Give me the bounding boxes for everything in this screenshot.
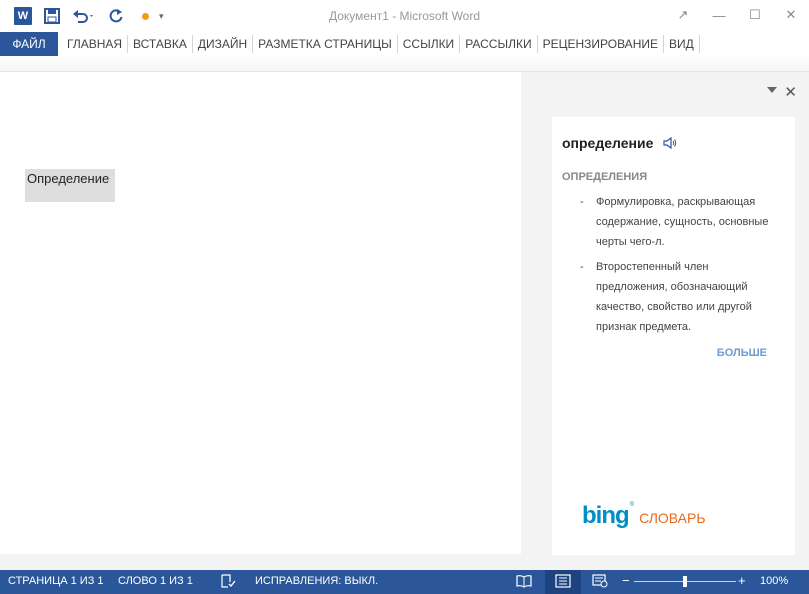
definitions-section-title: ОПРЕДЕЛЕНИЯ [562,171,648,183]
tab-review[interactable]: РЕЦЕНЗИРОВАНИЕ [538,32,663,56]
definitions-list: - Формулировка, раскрывающая содержание,… [580,192,780,342]
pane-options-icon[interactable] [767,87,777,93]
workspace: Определение ✕ определение ОПРЕДЕЛЕНИЯ - … [0,72,809,570]
zoom-out-button[interactable]: − [622,573,630,588]
term-row: определение [562,135,677,151]
close-window-button[interactable]: ✕ [773,0,809,30]
dictionary-pane-header: ✕ [540,82,809,104]
tab-home[interactable]: ГЛАВНАЯ [62,32,127,56]
zoom-level[interactable]: 100% [760,575,788,587]
tab-file[interactable]: ФАЙЛ [0,32,58,56]
document-page[interactable]: Определение [0,72,521,554]
selected-text[interactable]: Определение [25,169,115,202]
word-count[interactable]: СЛОВО 1 ИЗ 1 [118,575,193,587]
window-controls: ↗ — ☐ ✕ [665,0,809,32]
tab-mailings[interactable]: РАССЫЛКИ [460,32,536,56]
ribbon-display-options-button[interactable]: ↗ [665,0,701,30]
bing-dictionary-logo[interactable]: bing ® СЛОВАРЬ [582,502,706,530]
definition-item: - Формулировка, раскрывающая содержание,… [580,192,780,252]
tab-insert[interactable]: ВСТАВКА [128,32,192,56]
tab-list: ФАЙЛ ГЛАВНАЯ ВСТАВКА ДИЗАЙН РАЗМЕТКА СТР… [0,32,700,56]
read-mode-icon[interactable] [516,574,532,591]
definition-bullet: - [580,196,584,208]
definition-item: - Второстепенный член предложения, обозн… [580,257,780,337]
maximize-button[interactable]: ☐ [737,0,773,30]
definition-bullet: - [580,261,584,273]
definition-text: Формулировка, раскрывающая содержание, с… [596,196,769,248]
ribbon-tabs: ФАЙЛ ГЛАВНАЯ ВСТАВКА ДИЗАЙН РАЗМЕТКА СТР… [0,32,809,56]
dictionary-label: СЛОВАРЬ [639,510,706,526]
page-count[interactable]: СТРАНИЦА 1 ИЗ 1 [8,575,104,587]
dictionary-pane: определение ОПРЕДЕЛЕНИЯ - Формулировка, … [552,117,795,555]
tab-references[interactable]: ССЫЛКИ [398,32,459,56]
tab-view[interactable]: ВИД [664,32,699,56]
tab-page-layout[interactable]: РАЗМЕТКА СТРАНИЦЫ [253,32,397,56]
more-link[interactable]: БОЛЬШЕ [717,347,767,359]
term-heading: определение [562,135,654,151]
definition-text: Второстепенный член предложения, обознач… [596,261,752,333]
zoom-in-button[interactable]: + [738,573,746,588]
track-changes-status[interactable]: ИСПРАВЛЕНИЯ: ВЫКЛ. [255,575,378,587]
web-layout-icon[interactable] [592,574,608,591]
print-layout-icon[interactable] [555,574,571,591]
tab-design[interactable]: ДИЗАЙН [193,32,252,56]
bing-trademark: ® [629,502,635,508]
tab-divider [698,35,700,53]
bing-logo: bing [582,502,630,529]
speaker-icon[interactable] [663,136,677,150]
title-bar: W ▾ Документ1 - Microsoft Word ↗ — ☐ ✕ [0,0,809,32]
pane-close-button[interactable]: ✕ [784,83,797,101]
collapsed-ribbon-area [0,56,809,72]
zoom-slider-thumb[interactable] [683,576,687,587]
status-bar: СТРАНИЦА 1 ИЗ 1 СЛОВО 1 ИЗ 1 ИСПРАВЛЕНИЯ… [0,570,809,594]
proofing-icon[interactable] [220,574,236,591]
minimize-button[interactable]: — [701,0,737,30]
